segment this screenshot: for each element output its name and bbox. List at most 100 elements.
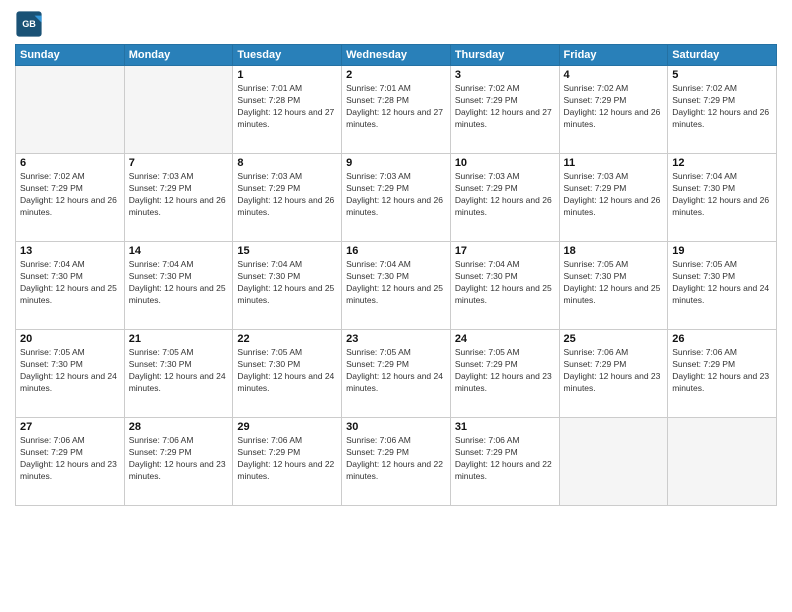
day-info: Sunrise: 7:06 AMSunset: 7:29 PMDaylight:… (672, 347, 772, 395)
day-number: 5 (672, 69, 772, 81)
day-info: Sunrise: 7:06 AMSunset: 7:29 PMDaylight:… (20, 435, 120, 483)
day-number: 22 (237, 333, 337, 345)
day-info: Sunrise: 7:02 AMSunset: 7:29 PMDaylight:… (455, 83, 555, 131)
calendar-cell: 28Sunrise: 7:06 AMSunset: 7:29 PMDayligh… (124, 418, 233, 506)
calendar-cell: 9 Sunrise: 7:03 AMSunset: 7:29 PMDaylight… (342, 154, 451, 242)
calendar-cell: 6 Sunrise: 7:02 AMSunset: 7:29 PMDaylight… (16, 154, 125, 242)
day-number: 14 (129, 245, 229, 257)
day-info: Sunrise: 7:06 AMSunset: 7:29 PMDaylight:… (564, 347, 664, 395)
calendar-cell: 26 Sunrise: 7:06 AMSunset: 7:29 PMDayligh… (668, 330, 777, 418)
day-number: 3 (455, 69, 555, 81)
day-number: 17 (455, 245, 555, 257)
calendar-cell: 24 Sunrise: 7:05 AMSunset: 7:29 PMDayligh… (450, 330, 559, 418)
calendar-cell: 14Sunrise: 7:04 AMSunset: 7:30 PMDayligh… (124, 242, 233, 330)
calendar-table: SundayMondayTuesdayWednesdayThursdayFrid… (15, 44, 777, 506)
weekday-header-monday: Monday (124, 45, 233, 66)
day-number: 31 (455, 421, 555, 433)
day-number: 20 (20, 333, 120, 345)
calendar-week-4: 27 Sunrise: 7:06 AMSunset: 7:29 PMDayligh… (16, 418, 777, 506)
day-number: 2 (346, 69, 446, 81)
svg-text:GB: GB (22, 19, 36, 29)
page: GB SundayMondayTuesdayWednesdayThursdayF… (0, 0, 792, 612)
calendar-cell (124, 66, 233, 154)
day-number: 7 (129, 157, 229, 169)
calendar-cell: 20 Sunrise: 7:05 AMSunset: 7:30 PMDayligh… (16, 330, 125, 418)
calendar-cell (668, 418, 777, 506)
calendar-week-1: 6 Sunrise: 7:02 AMSunset: 7:29 PMDaylight… (16, 154, 777, 242)
day-number: 9 (346, 157, 446, 169)
calendar-cell: 5 Sunrise: 7:02 AMSunset: 7:29 PMDaylight… (668, 66, 777, 154)
calendar-cell: 22 Sunrise: 7:05 AMSunset: 7:30 PMDayligh… (233, 330, 342, 418)
day-number: 16 (346, 245, 446, 257)
day-info: Sunrise: 7:03 AMSunset: 7:29 PMDaylight:… (129, 171, 229, 219)
calendar-cell: 17 Sunrise: 7:04 AMSunset: 7:30 PMDayligh… (450, 242, 559, 330)
calendar-cell: 13 Sunrise: 7:04 AMSunset: 7:30 PMDayligh… (16, 242, 125, 330)
day-info: Sunrise: 7:05 AMSunset: 7:30 PMDaylight:… (237, 347, 337, 395)
day-number: 24 (455, 333, 555, 345)
day-info: Sunrise: 7:05 AMSunset: 7:30 PMDaylight:… (672, 259, 772, 307)
calendar-cell: 25 Sunrise: 7:06 AMSunset: 7:29 PMDayligh… (559, 330, 668, 418)
weekday-header-tuesday: Tuesday (233, 45, 342, 66)
day-info: Sunrise: 7:04 AMSunset: 7:30 PMDaylight:… (20, 259, 120, 307)
day-info: Sunrise: 7:04 AMSunset: 7:30 PMDaylight:… (672, 171, 772, 219)
calendar-cell: 31Sunrise: 7:06 AMSunset: 7:29 PMDayligh… (450, 418, 559, 506)
day-number: 15 (237, 245, 337, 257)
day-number: 18 (564, 245, 664, 257)
calendar-cell: 7 Sunrise: 7:03 AMSunset: 7:29 PMDaylight… (124, 154, 233, 242)
calendar-cell: 29 Sunrise: 7:06 AMSunset: 7:29 PMDayligh… (233, 418, 342, 506)
day-info: Sunrise: 7:06 AMSunset: 7:29 PMDaylight:… (237, 435, 337, 483)
day-number: 28 (129, 421, 229, 433)
calendar-cell (16, 66, 125, 154)
day-info: Sunrise: 7:02 AMSunset: 7:29 PMDaylight:… (564, 83, 664, 131)
day-info: Sunrise: 7:06 AMSunset: 7:29 PMDaylight:… (346, 435, 446, 483)
day-info: Sunrise: 7:03 AMSunset: 7:29 PMDaylight:… (564, 171, 664, 219)
day-number: 27 (20, 421, 120, 433)
calendar-cell: 11Sunrise: 7:03 AMSunset: 7:29 PMDayligh… (559, 154, 668, 242)
day-info: Sunrise: 7:05 AMSunset: 7:30 PMDaylight:… (564, 259, 664, 307)
calendar-cell: 16 Sunrise: 7:04 AMSunset: 7:30 PMDayligh… (342, 242, 451, 330)
calendar-cell: 10 Sunrise: 7:03 AMSunset: 7:29 PMDayligh… (450, 154, 559, 242)
header: GB (15, 10, 777, 38)
day-info: Sunrise: 7:04 AMSunset: 7:30 PMDaylight:… (455, 259, 555, 307)
day-info: Sunrise: 7:03 AMSunset: 7:29 PMDaylight:… (346, 171, 446, 219)
calendar-cell: 3 Sunrise: 7:02 AMSunset: 7:29 PMDaylight… (450, 66, 559, 154)
day-number: 29 (237, 421, 337, 433)
day-info: Sunrise: 7:03 AMSunset: 7:29 PMDaylight:… (237, 171, 337, 219)
day-info: Sunrise: 7:03 AMSunset: 7:29 PMDaylight:… (455, 171, 555, 219)
day-number: 25 (564, 333, 664, 345)
day-number: 12 (672, 157, 772, 169)
calendar-cell: 27 Sunrise: 7:06 AMSunset: 7:29 PMDayligh… (16, 418, 125, 506)
day-number: 4 (564, 69, 664, 81)
day-number: 21 (129, 333, 229, 345)
day-number: 23 (346, 333, 446, 345)
weekday-header-row: SundayMondayTuesdayWednesdayThursdayFrid… (16, 45, 777, 66)
day-number: 1 (237, 69, 337, 81)
day-info: Sunrise: 7:05 AMSunset: 7:29 PMDaylight:… (346, 347, 446, 395)
day-info: Sunrise: 7:04 AMSunset: 7:30 PMDaylight:… (346, 259, 446, 307)
calendar-cell: 21Sunrise: 7:05 AMSunset: 7:30 PMDayligh… (124, 330, 233, 418)
calendar-cell: 15Sunrise: 7:04 AMSunset: 7:30 PMDayligh… (233, 242, 342, 330)
calendar-cell: 19Sunrise: 7:05 AMSunset: 7:30 PMDayligh… (668, 242, 777, 330)
weekday-header-sunday: Sunday (16, 45, 125, 66)
day-info: Sunrise: 7:01 AMSunset: 7:28 PMDaylight:… (237, 83, 337, 131)
day-info: Sunrise: 7:01 AMSunset: 7:28 PMDaylight:… (346, 83, 446, 131)
day-info: Sunrise: 7:02 AMSunset: 7:29 PMDaylight:… (672, 83, 772, 131)
calendar-cell: 8Sunrise: 7:03 AMSunset: 7:29 PMDaylight… (233, 154, 342, 242)
day-info: Sunrise: 7:05 AMSunset: 7:29 PMDaylight:… (455, 347, 555, 395)
weekday-header-thursday: Thursday (450, 45, 559, 66)
day-number: 10 (455, 157, 555, 169)
day-info: Sunrise: 7:02 AMSunset: 7:29 PMDaylight:… (20, 171, 120, 219)
day-number: 26 (672, 333, 772, 345)
day-number: 13 (20, 245, 120, 257)
logo: GB (15, 10, 45, 38)
calendar-cell: 30 Sunrise: 7:06 AMSunset: 7:29 PMDayligh… (342, 418, 451, 506)
day-number: 6 (20, 157, 120, 169)
calendar-week-2: 13 Sunrise: 7:04 AMSunset: 7:30 PMDayligh… (16, 242, 777, 330)
calendar-cell: 4 Sunrise: 7:02 AMSunset: 7:29 PMDaylight… (559, 66, 668, 154)
calendar-cell: 2 Sunrise: 7:01 AMSunset: 7:28 PMDaylight… (342, 66, 451, 154)
day-number: 30 (346, 421, 446, 433)
day-info: Sunrise: 7:05 AMSunset: 7:30 PMDaylight:… (20, 347, 120, 395)
calendar-cell: 12 Sunrise: 7:04 AMSunset: 7:30 PMDayligh… (668, 154, 777, 242)
calendar-week-3: 20 Sunrise: 7:05 AMSunset: 7:30 PMDayligh… (16, 330, 777, 418)
logo-icon: GB (15, 10, 43, 38)
